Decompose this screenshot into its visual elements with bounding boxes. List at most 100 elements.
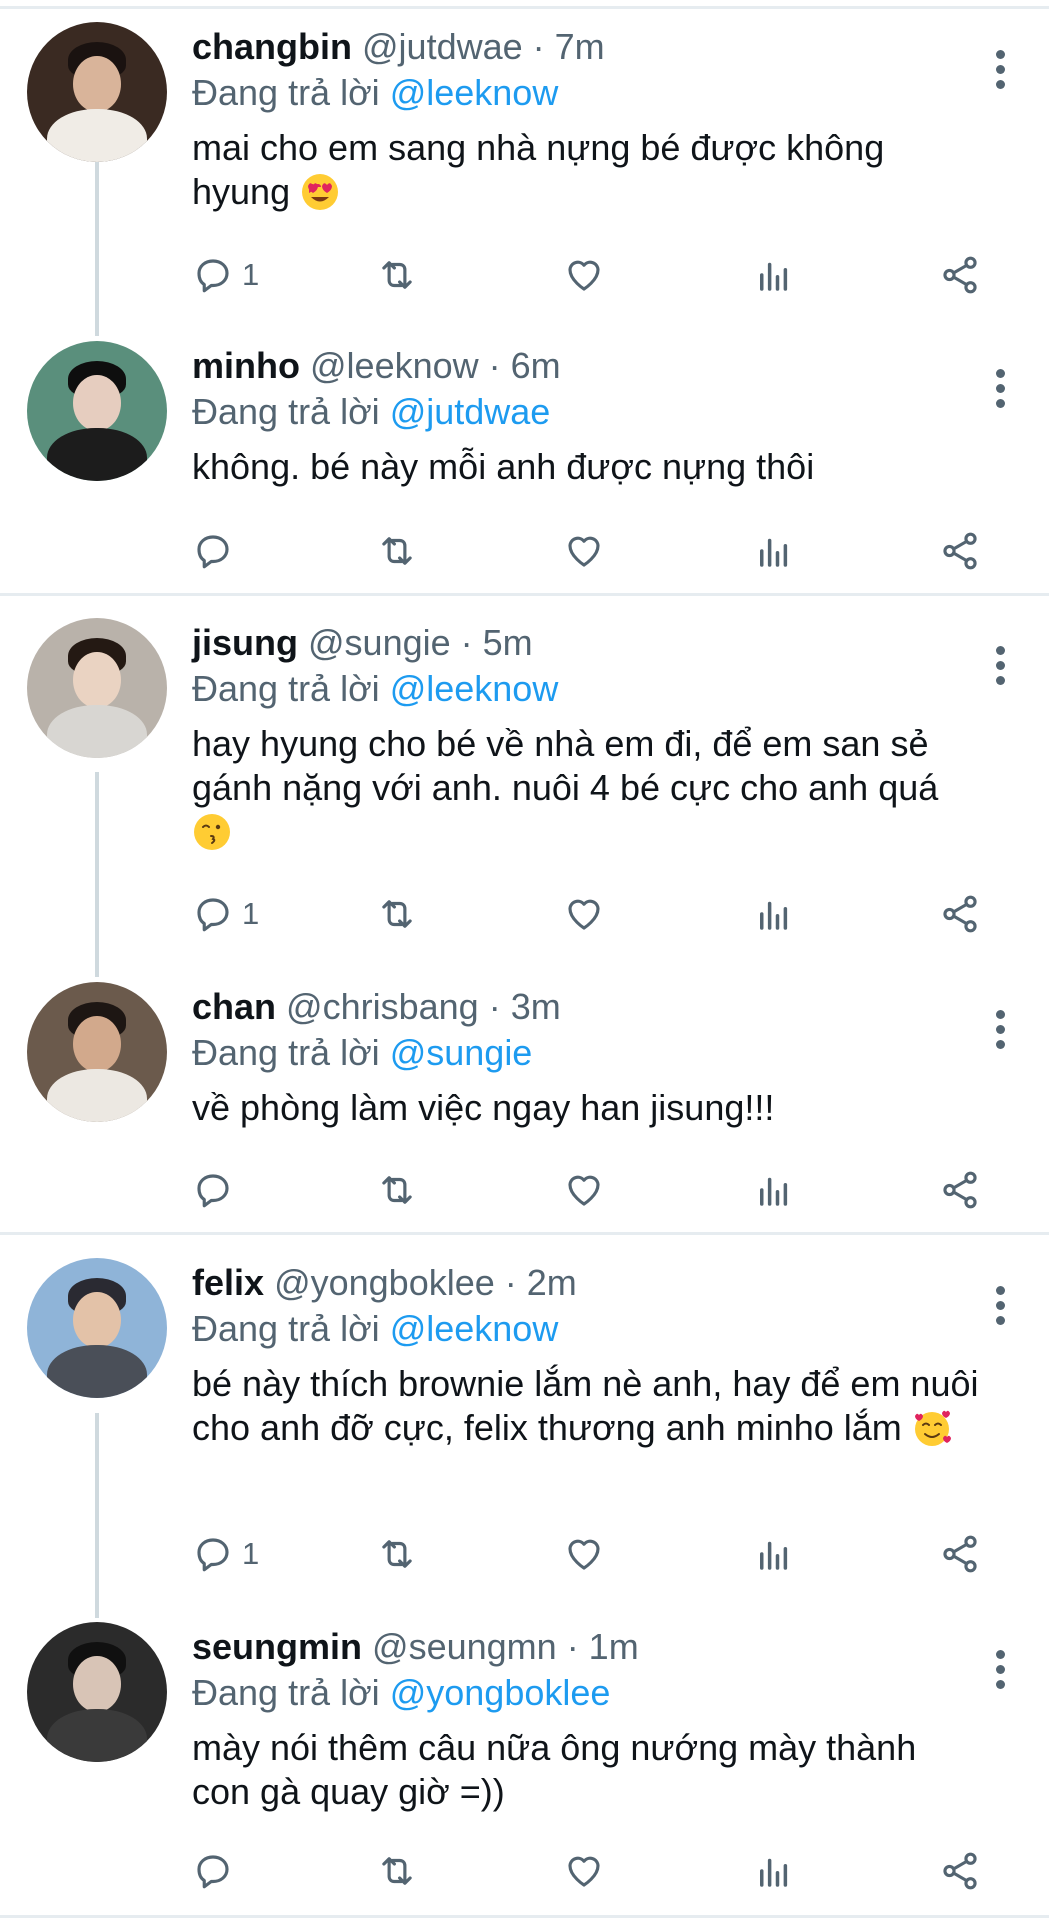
mention-link[interactable]: @leeknow: [390, 668, 559, 709]
user-handle[interactable]: @leeknow: [310, 345, 479, 386]
share-button[interactable]: [939, 889, 981, 939]
thread-divider: [0, 593, 1049, 596]
avatar[interactable]: [27, 618, 167, 758]
analytics-button[interactable]: [753, 1165, 795, 1215]
reply-icon: [197, 1855, 229, 1889]
reply-count: 1: [242, 896, 260, 931]
smiling-hearts-emoji-icon: [914, 1410, 951, 1446]
reply-button[interactable]: 1: [192, 1529, 259, 1579]
replying-to: Đang trả lời @jutdwae: [192, 389, 982, 435]
tweet-header: changbin @jutdwae · 7m: [192, 24, 982, 70]
analytics-button[interactable]: [753, 526, 795, 576]
analytics-button[interactable]: [753, 889, 795, 939]
reply-button[interactable]: [192, 526, 242, 576]
avatar[interactable]: [27, 1258, 167, 1398]
user-handle[interactable]: @sungie: [308, 622, 451, 663]
like-button[interactable]: [563, 1529, 605, 1579]
mention-link[interactable]: @sungie: [390, 1032, 533, 1073]
retweet-icon: [382, 900, 412, 928]
user-handle[interactable]: @seungmn: [372, 1626, 557, 1667]
like-button[interactable]: [563, 526, 605, 576]
retweet-button[interactable]: [376, 889, 418, 939]
retweet-icon: [382, 1540, 412, 1568]
timestamp[interactable]: · 1m: [567, 1626, 639, 1667]
heart-icon: [568, 899, 600, 930]
share-button[interactable]: [939, 1846, 981, 1896]
avatar[interactable]: [27, 22, 167, 162]
thread-line: [95, 158, 99, 336]
tweet-actions: [192, 1165, 992, 1215]
share-icon: [943, 1852, 977, 1890]
retweet-button[interactable]: [376, 250, 418, 300]
heart-icon: [568, 536, 600, 567]
timestamp[interactable]: · 3m: [489, 986, 561, 1027]
reply-button[interactable]: [192, 1165, 242, 1215]
mention-link[interactable]: @jutdwae: [390, 391, 551, 432]
more-options-icon[interactable]: [995, 1650, 1005, 1690]
tweet-text-body: về phòng làm việc ngay han jisung!!!: [192, 1087, 775, 1128]
tweet-text-body: mai cho em sang nhà nựng bé được không h…: [192, 127, 885, 212]
tweet-header: jisung @sungie · 5m: [192, 620, 982, 666]
analytics-button[interactable]: [753, 1529, 795, 1579]
analytics-button[interactable]: [753, 250, 795, 300]
mention-link[interactable]: @yongboklee: [390, 1672, 611, 1713]
mention-link[interactable]: @leeknow: [390, 72, 559, 113]
retweet-icon: [382, 1176, 412, 1204]
display-name[interactable]: jisung: [192, 622, 298, 663]
top-divider: [0, 6, 1049, 9]
share-button[interactable]: [939, 1529, 981, 1579]
avatar[interactable]: [27, 1622, 167, 1762]
retweet-button[interactable]: [376, 1165, 418, 1215]
tweet-header: minho @leeknow · 6m: [192, 343, 982, 389]
like-button[interactable]: [563, 250, 605, 300]
replying-to-label: Đang trả lời: [192, 391, 380, 432]
timestamp[interactable]: · 5m: [461, 622, 533, 663]
reply-button[interactable]: 1: [192, 889, 259, 939]
timestamp[interactable]: · 6m: [489, 345, 561, 386]
replying-to: Đang trả lời @yongboklee: [192, 1670, 982, 1716]
retweet-button[interactable]: [376, 526, 418, 576]
share-icon: [943, 532, 977, 570]
analytics-icon: [760, 262, 788, 291]
tweet-header: seungmin @seungmn · 1m: [192, 1624, 982, 1670]
reply-count: 1: [242, 1536, 260, 1571]
replying-to-label: Đang trả lời: [192, 72, 380, 113]
replying-to: Đang trả lời @leeknow: [192, 1306, 982, 1352]
share-button[interactable]: [939, 1165, 981, 1215]
reply-button[interactable]: 1: [192, 250, 259, 300]
display-name[interactable]: seungmin: [192, 1626, 362, 1667]
avatar[interactable]: [27, 341, 167, 481]
heart-icon: [568, 1539, 600, 1570]
display-name[interactable]: felix: [192, 1262, 264, 1303]
timestamp[interactable]: · 2m: [505, 1262, 577, 1303]
user-handle[interactable]: @chrisbang: [286, 986, 479, 1027]
more-options-icon[interactable]: [995, 646, 1005, 686]
timestamp[interactable]: · 7m: [533, 26, 605, 67]
user-handle[interactable]: @yongboklee: [274, 1262, 495, 1303]
mention-link[interactable]: @leeknow: [390, 1308, 559, 1349]
display-name[interactable]: changbin: [192, 26, 352, 67]
more-options-icon[interactable]: [995, 369, 1005, 409]
retweet-button[interactable]: [376, 1529, 418, 1579]
more-options-icon[interactable]: [995, 1010, 1005, 1050]
reply-button[interactable]: [192, 1846, 242, 1896]
display-name[interactable]: chan: [192, 986, 276, 1027]
more-options-icon[interactable]: [995, 50, 1005, 90]
like-button[interactable]: [563, 1165, 605, 1215]
analytics-icon: [760, 901, 788, 930]
share-button[interactable]: [939, 250, 981, 300]
avatar[interactable]: [27, 982, 167, 1122]
more-options-icon[interactable]: [995, 1286, 1005, 1326]
heart-eyes-emoji-icon: [302, 174, 339, 210]
like-button[interactable]: [563, 889, 605, 939]
share-button[interactable]: [939, 526, 981, 576]
display-name[interactable]: minho: [192, 345, 300, 386]
like-button[interactable]: [563, 1846, 605, 1896]
analytics-button[interactable]: [753, 1846, 795, 1896]
user-handle[interactable]: @jutdwae: [362, 26, 523, 67]
tweet-text-body: không. bé này mỗi anh được nựng thôi: [192, 446, 815, 487]
thread-divider: [0, 1232, 1049, 1235]
tweet-text-body: hay hyung cho bé về nhà em đi, để em san…: [192, 723, 939, 808]
retweet-button[interactable]: [376, 1846, 418, 1896]
thread-line: [95, 772, 99, 977]
